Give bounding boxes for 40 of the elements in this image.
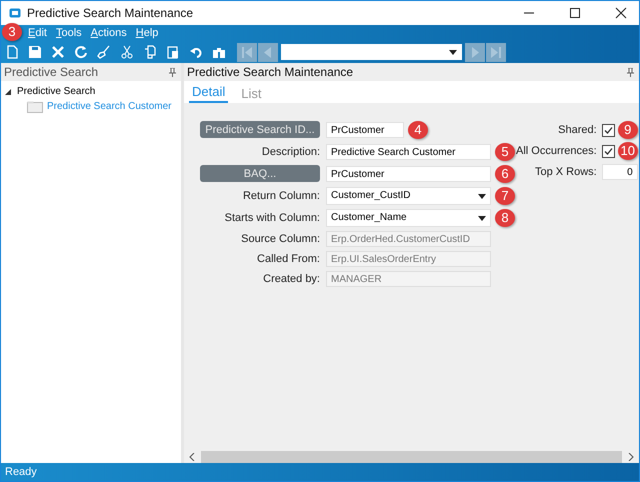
tab[interactable]: Detail xyxy=(189,84,228,103)
callout-marker: 6 xyxy=(495,165,515,183)
menu-item[interactable]: Edit xyxy=(28,27,47,39)
callout-marker: 9 xyxy=(618,121,638,139)
number-field[interactable]: 0 xyxy=(602,164,638,180)
lookup-button[interactable]: BAQ... xyxy=(200,165,320,182)
dropdown-field[interactable]: Customer_CustID xyxy=(326,187,491,205)
field-label: All Occurrences: xyxy=(516,145,597,157)
input-field[interactable]: PrCustomer xyxy=(326,122,404,138)
callout-marker: 8 xyxy=(495,209,515,227)
menu-item[interactable]: Tools xyxy=(56,27,82,39)
tree-item[interactable]: Predictive Search xyxy=(17,86,96,97)
field-label: Return Column: xyxy=(242,190,320,202)
callout-marker: 7 xyxy=(495,187,515,205)
field-label: Starts with Column: xyxy=(224,212,320,224)
dropdown-field[interactable]: Customer_Name xyxy=(326,209,491,227)
tab[interactable]: List xyxy=(238,86,264,103)
input-field[interactable]: PrCustomer xyxy=(326,166,491,182)
field-label: Top X Rows: xyxy=(534,166,597,178)
callout-marker: 10 xyxy=(618,142,638,160)
field-label: Source Column: xyxy=(240,233,320,245)
tree-item[interactable]: Predictive Search Customer xyxy=(47,101,172,112)
readonly-field: Erp.OrderHed.CustomerCustID xyxy=(326,231,491,247)
field-label: Shared: xyxy=(557,124,597,136)
menu-item[interactable]: Actions xyxy=(90,27,127,39)
status-text: Ready xyxy=(5,466,37,478)
menu-item[interactable]: Help xyxy=(136,27,158,39)
readonly-field: MANAGER xyxy=(326,271,491,287)
field-label: Description: xyxy=(260,146,320,158)
field-label: Created by: xyxy=(262,273,320,285)
callout-marker: 4 xyxy=(408,121,428,139)
window-title: Predictive Search Maintenance xyxy=(27,6,194,20)
field-label: Called From: xyxy=(256,253,320,265)
input-field[interactable]: Predictive Search Customer xyxy=(326,144,491,160)
panel-title: Predictive Search Maintenance xyxy=(187,65,354,79)
callout-marker: 5 xyxy=(495,143,515,161)
callout-marker: 3 xyxy=(2,23,22,41)
readonly-field: Erp.UI.SalesOrderEntry xyxy=(326,251,491,267)
lookup-button[interactable]: Predictive Search ID... xyxy=(200,121,320,138)
panel-title: Predictive Search xyxy=(4,65,98,79)
